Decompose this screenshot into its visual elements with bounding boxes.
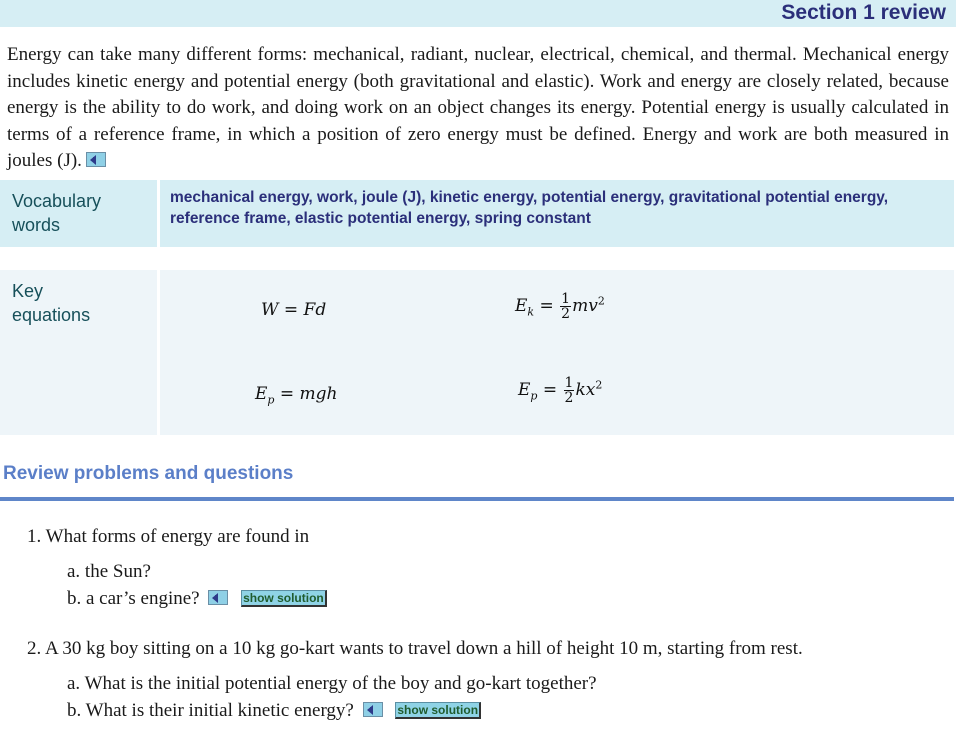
- eq-lhs: W: [261, 300, 279, 320]
- speaker-icon[interactable]: [362, 702, 383, 717]
- eq-sub: p: [267, 393, 275, 407]
- review-divider: [0, 497, 954, 501]
- eq-sup: 2: [597, 294, 605, 308]
- frac-num: 1: [563, 375, 575, 391]
- vocabulary-label: Vocabulary words: [12, 191, 102, 235]
- question-1-part-a: a. the Sun?: [67, 561, 151, 582]
- question-1-part-b: b. a car’s engine? show solution: [67, 588, 327, 610]
- section-header: Section 1 review: [0, 0, 956, 27]
- speaker-icon[interactable]: [208, 590, 229, 605]
- eq-rhs: kx: [575, 380, 596, 400]
- intro-text: Energy can take many different forms: me…: [7, 44, 949, 171]
- show-solution-button-2[interactable]: show solution: [395, 702, 482, 719]
- key-equations-row: Key equations W = Fd Ek = 1 2 mv2 Ep = mgh…: [0, 270, 954, 435]
- key-equations-label-cell: Key equations: [0, 270, 160, 435]
- eq-fraction: 12: [563, 375, 575, 406]
- eq-sup: 2: [595, 378, 603, 392]
- equation-kinetic-energy: Ek = 1 2 mv2: [515, 292, 605, 321]
- eq-equals: =: [283, 300, 304, 320]
- question-2: 2. A 30 kg boy sitting on a 10 kg go-kar…: [27, 638, 803, 659]
- eq-lhs: E: [255, 384, 268, 404]
- eq-equals: =: [542, 380, 563, 400]
- section-title: Section 1 review: [781, 1, 946, 24]
- eq-fraction: 12: [560, 291, 572, 322]
- equation-elastic-potential-energy: Ep = 1 2 kx2: [518, 376, 602, 405]
- vocabulary-words: mechanical energy, work, joule (J), kine…: [170, 189, 889, 227]
- vocabulary-label-cell: Vocabulary words: [0, 180, 160, 247]
- eq-lhs: E: [518, 380, 531, 400]
- key-equations-label: Key equations: [12, 281, 91, 325]
- eq-rhs: mv: [572, 296, 598, 316]
- eq-rhs: mgh: [299, 384, 338, 404]
- equation-potential-energy: Ep = mgh: [255, 384, 337, 406]
- question-1-part-b-text: b. a car’s engine?: [67, 588, 200, 609]
- eq-lhs: E: [515, 296, 528, 316]
- eq-equals: =: [539, 296, 560, 316]
- frac-den: 2: [564, 390, 574, 406]
- question-2-part-b-text: b. What is their initial kinetic energy?: [67, 700, 354, 721]
- eq-equals: =: [279, 384, 300, 404]
- frac-den: 2: [561, 306, 571, 322]
- question-2-part-a: a. What is the initial potential energy …: [67, 673, 597, 694]
- question-2-part-b: b. What is their initial kinetic energy?…: [67, 700, 482, 722]
- speaker-icon[interactable]: [85, 152, 106, 167]
- eq-sub: k: [527, 305, 535, 319]
- vocabulary-row: Vocabulary words mechanical energy, work…: [0, 180, 954, 247]
- eq-rhs: Fd: [303, 300, 327, 320]
- intro-paragraph: Energy can take many different forms: me…: [7, 42, 949, 175]
- frac-num: 1: [560, 291, 572, 307]
- question-1: 1. What forms of energy are found in: [27, 526, 310, 547]
- show-solution-button-1[interactable]: show solution: [241, 590, 327, 607]
- eq-sub: p: [530, 389, 538, 403]
- review-heading: Review problems and questions: [3, 463, 294, 484]
- equation-work: W = Fd: [261, 300, 326, 320]
